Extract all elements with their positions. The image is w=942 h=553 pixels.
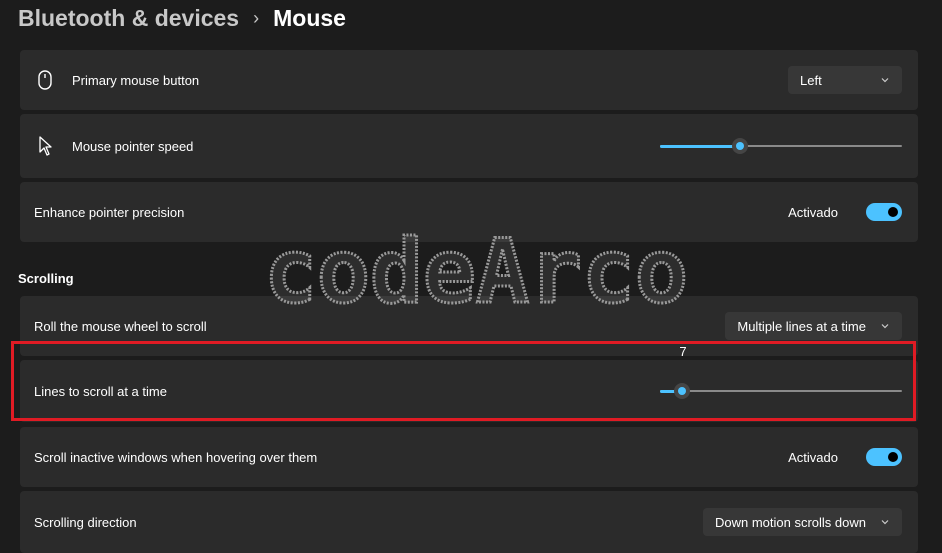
scroll-inactive-label: Scroll inactive windows when hovering ov…: [34, 449, 318, 465]
chevron-down-icon: [881, 324, 889, 329]
enhance-precision-row: Enhance pointer precision Activado: [20, 182, 918, 242]
toggle-knob: [888, 452, 898, 462]
pointer-speed-slider[interactable]: [660, 136, 902, 156]
lines-to-scroll-row: Lines to scroll at a time: [20, 360, 918, 422]
chevron-down-icon: [881, 520, 889, 525]
slider-thumb[interactable]: [673, 383, 690, 399]
section-title-scrolling: Scrolling: [18, 271, 74, 286]
mouse-icon: [34, 69, 56, 91]
scroll-direction-row: Scrolling direction Down motion scrolls …: [20, 491, 918, 553]
wheel-scroll-row: Roll the mouse wheel to scroll Multiple …: [20, 296, 918, 356]
chevron-down-icon: [881, 78, 889, 83]
dropdown-value: Multiple lines at a time: [737, 318, 866, 334]
lines-to-scroll-slider[interactable]: [660, 381, 902, 401]
enhance-precision-label: Enhance pointer precision: [34, 204, 185, 220]
toggle-state-label: Activado: [788, 204, 838, 220]
dropdown-value: Left: [800, 72, 822, 88]
breadcrumb: Bluetooth & devices › Mouse: [18, 0, 346, 36]
page-title: Mouse: [273, 4, 346, 31]
toggle-state-label: Activado: [788, 449, 838, 465]
cursor-icon: [34, 135, 56, 157]
dropdown-value: Down motion scrolls down: [714, 514, 866, 530]
primary-mouse-button-row: Primary mouse button Left: [20, 50, 918, 110]
chevron-right-icon: ›: [253, 7, 260, 28]
slider-track: [660, 390, 902, 392]
scroll-direction-dropdown[interactable]: Down motion scrolls down: [702, 508, 902, 536]
primary-mouse-button-dropdown[interactable]: Left: [788, 66, 902, 94]
pointer-speed-row: Mouse pointer speed: [20, 114, 918, 178]
slider-thumb[interactable]: [731, 138, 748, 154]
slider-fill: [660, 145, 740, 148]
primary-mouse-button-label: Primary mouse button: [72, 72, 200, 88]
scroll-inactive-row: Scroll inactive windows when hovering ov…: [20, 427, 918, 487]
wheel-scroll-label: Roll the mouse wheel to scroll: [34, 318, 207, 334]
pointer-speed-label: Mouse pointer speed: [72, 138, 194, 154]
enhance-precision-toggle[interactable]: [866, 203, 902, 221]
wheel-scroll-dropdown[interactable]: Multiple lines at a time: [725, 312, 902, 340]
scroll-inactive-toggle[interactable]: [866, 448, 902, 466]
scroll-direction-label: Scrolling direction: [34, 514, 137, 530]
slider-value-tooltip: 7: [679, 344, 687, 359]
toggle-knob: [888, 207, 898, 217]
breadcrumb-parent-link[interactable]: Bluetooth & devices: [18, 5, 239, 32]
lines-to-scroll-label: Lines to scroll at a time: [34, 383, 167, 399]
